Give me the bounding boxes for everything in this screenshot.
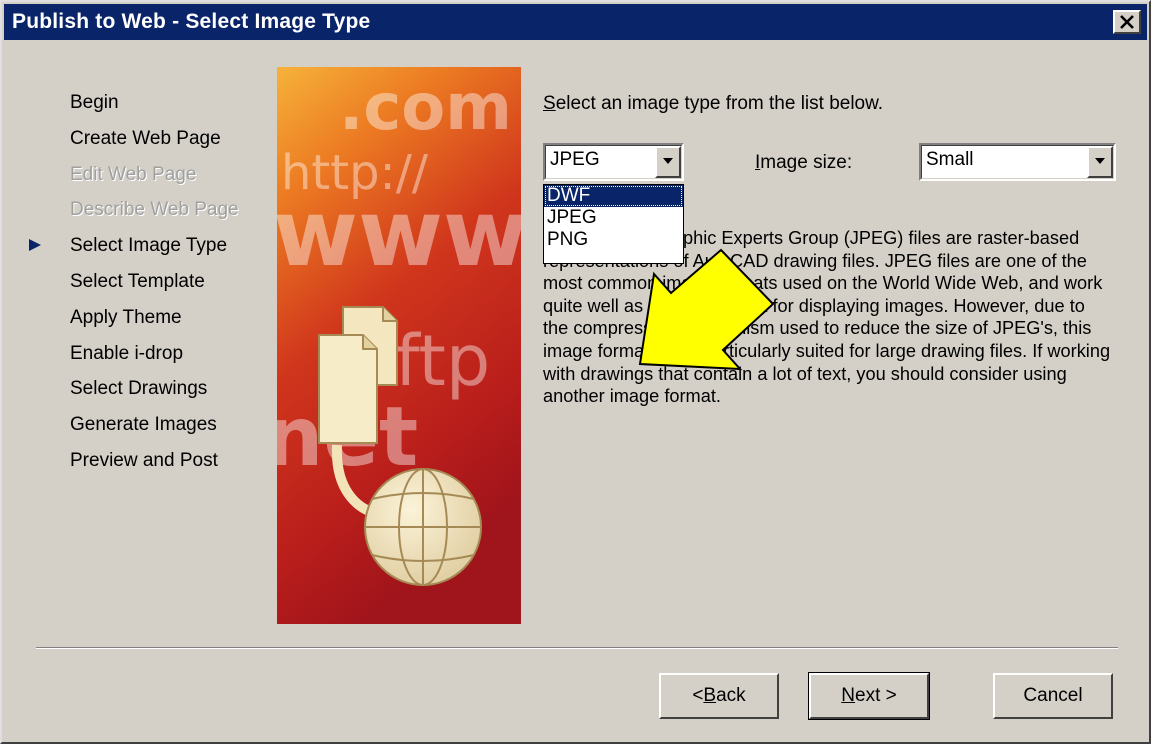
publish-to-web-dialog: Publish to Web - Select Image Type Begin… — [0, 0, 1151, 744]
title-bar[interactable]: Publish to Web - Select Image Type — [4, 4, 1147, 40]
pointer-arrow-icon — [638, 248, 775, 371]
step-begin: Begin — [70, 92, 119, 113]
cancel-button[interactable]: Cancel — [993, 673, 1113, 719]
globe-icon — [364, 468, 482, 586]
wizard-steps: Begin Create Web Page Edit Web Page Desc… — [70, 88, 239, 482]
image-size-select[interactable]: Small — [919, 143, 1116, 181]
close-button[interactable] — [1113, 10, 1141, 34]
image-type-select[interactable]: JPEG — [543, 143, 684, 181]
instruction-mnemonic: S — [543, 93, 556, 114]
back-button[interactable]: < Back — [659, 673, 779, 719]
dropdown-arrow-icon — [1095, 158, 1105, 164]
step-apply-theme: Apply Theme — [70, 306, 182, 328]
back-rest: ack — [716, 685, 746, 706]
image-type-dropdown-button[interactable] — [655, 146, 681, 178]
next-mnemonic: N — [841, 685, 855, 706]
step-enable-i-drop: Enable i-drop — [70, 342, 184, 364]
next-rest: ext > — [855, 685, 897, 706]
button-separator — [36, 647, 1118, 649]
dropdown-arrow-icon — [663, 158, 673, 164]
back-mnemonic: B — [703, 685, 717, 706]
image-size-dropdown-button[interactable] — [1087, 146, 1113, 178]
image-size-value: Small — [926, 149, 974, 170]
option-dwf[interactable]: DWF — [544, 185, 683, 207]
step-select-image-type: Select Image Type — [70, 235, 228, 257]
image-size-label-rest: mage size: — [760, 152, 853, 173]
window-title: Publish to Web - Select Image Type — [12, 10, 371, 33]
back-prefix: < — [692, 685, 704, 706]
step-describe-web-page: Describe Web Page — [70, 199, 239, 221]
step-select-template: Select Template — [70, 270, 205, 292]
close-icon — [1120, 15, 1134, 29]
art-text-www: www — [277, 180, 521, 287]
image-type-value: JPEG — [550, 149, 600, 170]
step-preview-and-post: Preview and Post — [70, 449, 218, 471]
instruction-text: Select an image type from the list below… — [543, 93, 883, 115]
instruction-rest: elect an image type from the list below. — [555, 93, 884, 114]
step-generate-images: Generate Images — [70, 414, 217, 436]
step-select-drawings: Select Drawings — [70, 378, 208, 400]
art-text-com: .com — [339, 71, 512, 145]
step-edit-web-page: Edit Web Page — [70, 163, 197, 185]
next-button[interactable]: Next > — [808, 672, 930, 720]
wizard-banner-image: .com http:// www ftp net — [277, 67, 521, 624]
step-create-web-page: Create Web Page — [70, 127, 221, 149]
step-current-marker-icon — [29, 239, 41, 251]
option-jpeg[interactable]: JPEG — [544, 207, 683, 229]
image-size-label: Image size: — [755, 152, 852, 174]
